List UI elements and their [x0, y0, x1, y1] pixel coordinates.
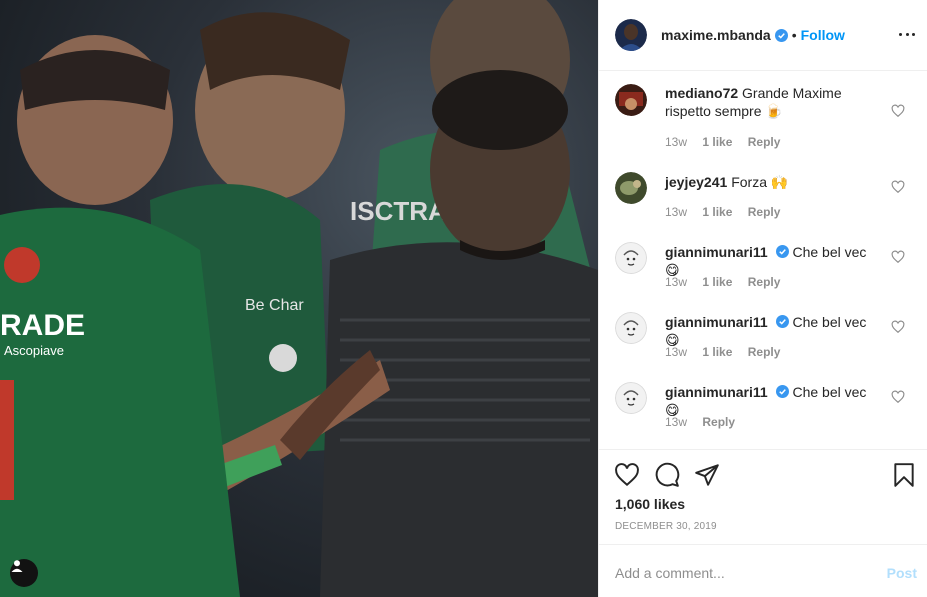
bookmark-icon[interactable]	[891, 462, 917, 488]
verified-badge-icon	[774, 28, 788, 42]
comment-item: giannimunari11 Che bel vec😋 13w 1 like R…	[615, 312, 911, 362]
comment-icon[interactable]	[654, 462, 680, 488]
comment-likes[interactable]: 1 like	[702, 345, 732, 359]
more-options-icon[interactable]	[897, 24, 917, 44]
commenter-avatar[interactable]	[615, 242, 647, 274]
comment-age[interactable]: 13w	[665, 135, 687, 149]
comment-like-heart-icon[interactable]	[891, 320, 905, 334]
commenter-username[interactable]: giannimunari11	[665, 384, 768, 400]
comment-text: Forza 🙌	[731, 174, 789, 190]
comment-text-block: giannimunari11 Che bel vec😋	[665, 243, 880, 279]
comment-meta: 13w 1 like Reply	[665, 345, 792, 359]
post-photo[interactable]: ISCTRADE Be Char RADE Ascopiave	[0, 0, 598, 597]
reply-button[interactable]: Reply	[748, 205, 781, 219]
comment-text-block: jeyjey241 Forza 🙌	[665, 173, 880, 191]
comment-item: jeyjey241 Forza 🙌 13w 1 like Reply	[615, 172, 911, 222]
user-tag-button[interactable]	[10, 559, 38, 587]
comment-text-block: mediano72 Grande Maxime rispetto sempre …	[665, 84, 880, 120]
post-comment-button[interactable]: Post	[887, 565, 917, 581]
commenter-username[interactable]: giannimunari11	[665, 314, 768, 330]
reply-button[interactable]: Reply	[748, 135, 781, 149]
comment-age[interactable]: 13w	[665, 205, 687, 219]
svg-text:Ascopiave: Ascopiave	[4, 343, 64, 358]
verified-badge-icon	[775, 245, 789, 258]
comment-like-heart-icon[interactable]	[891, 390, 905, 404]
comment-meta: 13w 1 like Reply	[665, 135, 792, 149]
commenter-username[interactable]: giannimunari11	[665, 244, 768, 260]
comment-like-heart-icon[interactable]	[891, 180, 905, 194]
share-icon[interactable]	[694, 462, 720, 488]
comment-age[interactable]: 13w	[665, 415, 687, 429]
verified-badge-icon	[775, 385, 789, 398]
comment-likes[interactable]: 1 like	[702, 275, 732, 289]
commenter-avatar[interactable]	[615, 382, 647, 414]
author-username[interactable]: maxime.mbanda	[661, 27, 771, 43]
commenter-avatar[interactable]	[615, 84, 647, 116]
heart-icon[interactable]	[614, 462, 640, 488]
comment-age[interactable]: 13w	[665, 275, 687, 289]
post-date: DECEMBER 30, 2019	[615, 521, 717, 532]
commenter-username[interactable]: mediano72	[665, 85, 738, 101]
rugby-players-image: ISCTRADE Be Char RADE Ascopiave	[0, 0, 598, 597]
verified-badge-icon	[775, 315, 789, 328]
comment-meta: 13w Reply	[665, 415, 747, 429]
likes-count[interactable]: 1,060 likes	[615, 496, 685, 512]
comment-text-block: giannimunari11 Che bel vec😋	[665, 313, 880, 349]
comment-item: giannimunari11 Che bel vec😋 13w 1 like R…	[615, 242, 911, 292]
comment-likes[interactable]: 1 like	[702, 205, 732, 219]
comment-item: giannimunari11 Che bel vec😋 13w Reply	[615, 382, 911, 432]
user-tag-icon	[11, 560, 23, 572]
reply-button[interactable]: Reply	[702, 415, 735, 429]
comment-likes[interactable]: 1 like	[702, 135, 732, 149]
add-comment-input[interactable]	[615, 565, 855, 581]
svg-text:Be Char: Be Char	[245, 297, 304, 314]
comment-item: mediano72 Grande Maxime rispetto sempre …	[615, 84, 911, 154]
comment-like-heart-icon[interactable]	[891, 104, 905, 118]
reply-button[interactable]: Reply	[748, 345, 781, 359]
comment-meta: 13w 1 like Reply	[665, 205, 792, 219]
header-separator: •	[791, 27, 797, 43]
comment-like-heart-icon[interactable]	[891, 250, 905, 264]
add-comment-bar: Post	[599, 544, 927, 597]
commenter-avatar[interactable]	[615, 312, 647, 344]
author-avatar[interactable]	[615, 19, 647, 51]
commenter-username[interactable]: jeyjey241	[665, 174, 727, 190]
commenter-avatar[interactable]	[615, 172, 647, 204]
comment-text-block: giannimunari11 Che bel vec😋	[665, 383, 880, 419]
post-sidebar: maxime.mbanda • Follow mediano72 Grande …	[598, 0, 927, 597]
post-actions: 1,060 likes DECEMBER 30, 2019	[599, 449, 927, 545]
reply-button[interactable]: Reply	[748, 275, 781, 289]
post-header: maxime.mbanda • Follow	[599, 0, 927, 71]
comments-list[interactable]: mediano72 Grande Maxime rispetto sempre …	[599, 72, 927, 450]
comment-meta: 13w 1 like Reply	[665, 275, 792, 289]
follow-button[interactable]: Follow	[801, 27, 845, 43]
comment-age[interactable]: 13w	[665, 345, 687, 359]
svg-text:RADE: RADE	[0, 309, 85, 342]
